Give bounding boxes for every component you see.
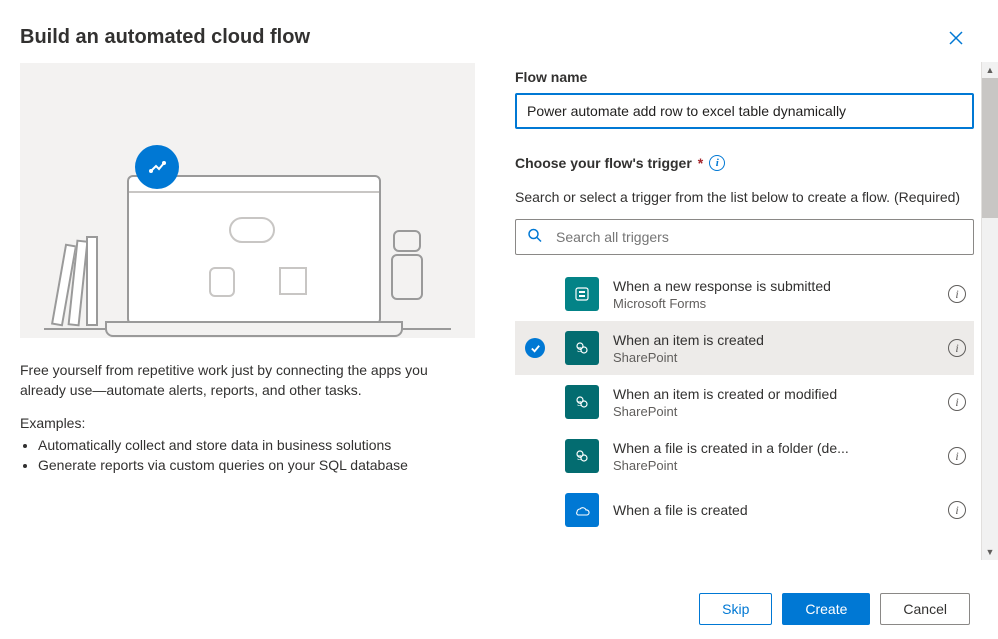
scroll-thumb[interactable] bbox=[982, 78, 998, 218]
description-text: Free yourself from repetitive work just … bbox=[20, 360, 475, 401]
info-icon[interactable]: i bbox=[948, 501, 966, 519]
trigger-row-sharepoint-modified[interactable]: S When an item is created or modified Sh… bbox=[515, 375, 974, 429]
examples-heading: Examples: bbox=[20, 415, 475, 431]
flowname-input[interactable] bbox=[515, 93, 974, 129]
info-icon[interactable]: i bbox=[948, 285, 966, 303]
onedrive-icon bbox=[565, 493, 599, 527]
skip-button[interactable]: Skip bbox=[699, 593, 772, 625]
info-icon[interactable]: i bbox=[948, 339, 966, 357]
flow-node-icon bbox=[135, 145, 179, 189]
scroll-down-arrow-icon[interactable]: ▼ bbox=[982, 544, 998, 560]
trigger-row-forms[interactable]: When a new response is submitted Microso… bbox=[515, 267, 974, 321]
examples-list: Automatically collect and store data in … bbox=[20, 435, 475, 476]
create-button[interactable]: Create bbox=[782, 593, 870, 625]
forms-icon bbox=[565, 277, 599, 311]
svg-text:S: S bbox=[577, 455, 582, 462]
trigger-title: When a new response is submitted bbox=[613, 278, 934, 294]
required-asterisk: * bbox=[698, 155, 703, 171]
trigger-row-onedrive-file[interactable]: When a file is created i bbox=[515, 483, 974, 527]
dialog: Build an automated cloud flow bbox=[0, 0, 998, 639]
trigger-service: SharePoint bbox=[613, 458, 934, 473]
dialog-body: Free yourself from repetitive work just … bbox=[0, 63, 998, 579]
trigger-row-sharepoint-created[interactable]: S When an item is created SharePoint i bbox=[515, 321, 974, 375]
trigger-title: When a file is created bbox=[613, 502, 934, 518]
scroll-up-arrow-icon[interactable]: ▲ bbox=[982, 62, 998, 78]
cancel-button[interactable]: Cancel bbox=[880, 593, 970, 625]
trigger-row-sharepoint-file-folder[interactable]: S When a file is created in a folder (de… bbox=[515, 429, 974, 483]
info-icon[interactable]: i bbox=[948, 447, 966, 465]
dialog-title: Build an automated cloud flow bbox=[20, 26, 310, 49]
trigger-title: When an item is created or modified bbox=[613, 386, 934, 402]
close-button[interactable] bbox=[944, 26, 968, 53]
right-panel: Flow name Choose your flow's trigger * i… bbox=[515, 63, 978, 579]
trigger-label: Choose your flow's trigger * i bbox=[515, 155, 974, 171]
trigger-title: When a file is created in a folder (de..… bbox=[613, 440, 934, 456]
flowname-label: Flow name bbox=[515, 69, 974, 85]
info-icon[interactable]: i bbox=[948, 393, 966, 411]
trigger-service: Microsoft Forms bbox=[613, 296, 934, 311]
trigger-radio[interactable] bbox=[519, 338, 551, 358]
svg-text:S: S bbox=[577, 347, 582, 354]
dialog-footer: Skip Create Cancel bbox=[0, 579, 998, 639]
checkmark-icon bbox=[525, 338, 545, 358]
example-item: Generate reports via custom queries on y… bbox=[38, 455, 475, 475]
trigger-title: When an item is created bbox=[613, 332, 934, 348]
svg-text:S: S bbox=[577, 401, 582, 408]
search-icon bbox=[527, 228, 543, 247]
search-wrap bbox=[515, 219, 974, 255]
dialog-header: Build an automated cloud flow bbox=[0, 0, 998, 63]
trigger-service: SharePoint bbox=[613, 404, 934, 419]
sharepoint-icon: S bbox=[565, 385, 599, 419]
scrollbar[interactable]: ▲ ▼ bbox=[981, 62, 998, 560]
sharepoint-icon: S bbox=[565, 439, 599, 473]
trigger-list: When a new response is submitted Microso… bbox=[515, 267, 974, 527]
illustration bbox=[20, 63, 475, 338]
trigger-service: SharePoint bbox=[613, 350, 934, 365]
sharepoint-icon: S bbox=[565, 331, 599, 365]
search-input[interactable] bbox=[515, 219, 974, 255]
example-item: Automatically collect and store data in … bbox=[38, 435, 475, 455]
trigger-help-text: Search or select a trigger from the list… bbox=[515, 189, 974, 205]
left-panel: Free yourself from repetitive work just … bbox=[20, 63, 475, 579]
close-icon bbox=[948, 30, 964, 46]
info-icon[interactable]: i bbox=[709, 155, 725, 171]
